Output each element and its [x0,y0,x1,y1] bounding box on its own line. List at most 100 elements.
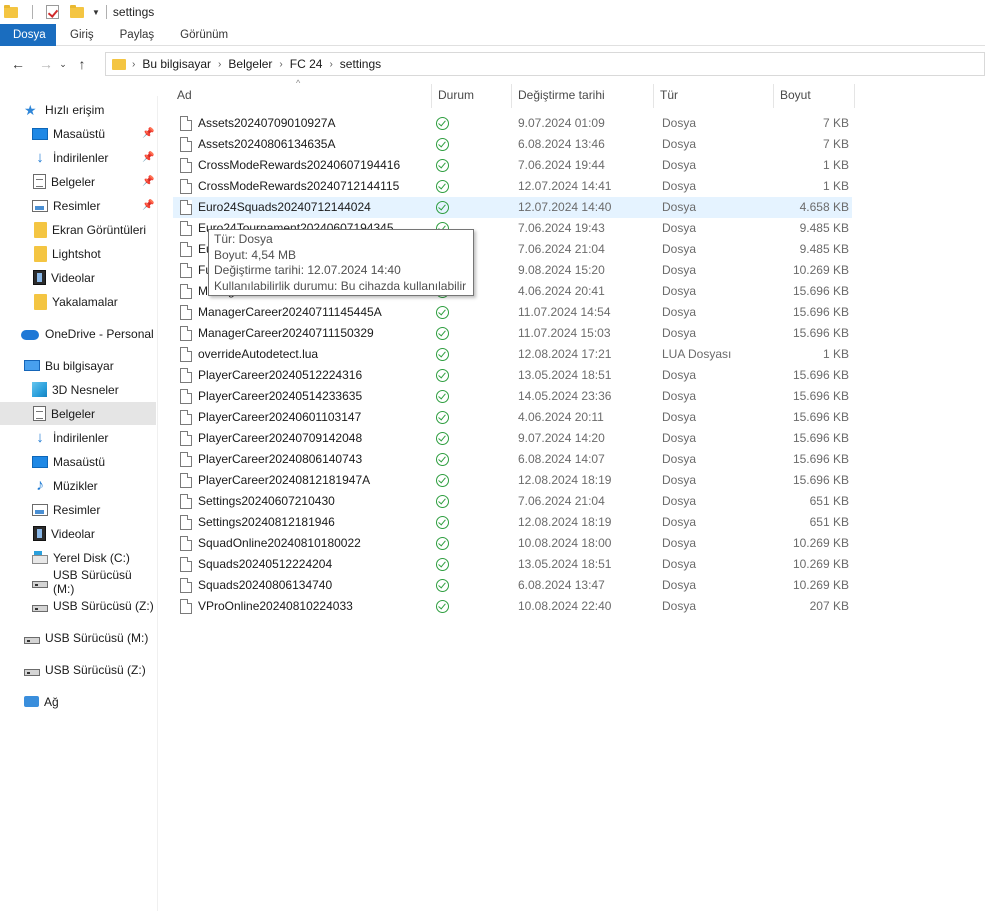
column-header-date[interactable]: Değiştirme tarihi [512,84,654,108]
up-icon[interactable]: ↑ [72,56,92,72]
address-bar[interactable]: › Bu bilgisayar › Belgeler › FC 24 › set… [105,52,985,76]
recent-locations-icon[interactable]: ⌄ [56,59,70,70]
column-header-size[interactable]: Boyut [774,84,855,108]
sync-status-icon [436,516,449,529]
file-type: Dosya [662,158,697,172]
sidebar-item-videos[interactable]: Videolar [0,266,156,289]
file-row[interactable]: VProOnline20240810224033 10.08.2024 22:40… [173,596,852,617]
navigation-pane: ★ Hızlı erişim Masaüstü 📌 ↓ İndirilenler… [0,96,158,911]
column-header-status[interactable]: Durum [432,84,512,108]
sidebar-usb-m[interactable]: USB Sürücüsü (M:) [0,626,156,649]
file-name: Squads20240806134740 [198,578,333,592]
chevron-right-icon[interactable]: › [279,59,282,70]
usb-drive-icon [32,604,48,612]
file-row[interactable]: Assets20240709010927A 9.07.2024 01:09 Dosy… [173,113,852,134]
file-row[interactable]: PlayerCareer20240514233635 14.05.2024 23:… [173,386,852,407]
sync-status-icon [436,327,449,340]
file-icon [180,137,192,152]
file-row[interactable]: overrideAutodetect.lua 12.08.2024 17:21 LU… [173,344,852,365]
file-row[interactable]: ManagerCareer20240711150329 11.07.2024 15… [173,323,852,344]
column-header-type[interactable]: Tür [654,84,774,108]
sidebar-item-downloads-pc[interactable]: ↓ İndirilenler [0,426,156,449]
file-icon [180,599,192,614]
sidebar-item-label: Videolar [51,270,95,285]
sidebar-item-pictures[interactable]: Resimler 📌 [0,194,156,217]
sidebar-item-lightshot[interactable]: Lightshot [0,242,156,265]
sync-status-icon [436,600,449,613]
sidebar-item-downloads[interactable]: ↓ İndirilenler 📌 [0,146,156,169]
file-row[interactable]: PlayerCareer20240812181947A 12.08.2024 18… [173,470,852,491]
file-date: 7.06.2024 19:44 [518,158,605,172]
properties-icon[interactable] [46,5,59,19]
file-row[interactable]: PlayerCareer20240806140743 6.08.2024 14:0… [173,449,852,470]
file-date: 7.06.2024 21:04 [518,242,605,256]
sidebar-item-documents[interactable]: Belgeler 📌 [0,170,156,193]
new-folder-icon[interactable] [70,4,84,18]
file-name: PlayerCareer20240709142048 [198,431,363,445]
sidebar-item-pictures-pc[interactable]: Resimler [0,498,156,521]
sidebar-this-pc[interactable]: Bu bilgisayar [0,354,156,377]
sidebar-quick-access[interactable]: ★ Hızlı erişim [0,98,156,121]
file-row[interactable]: SquadOnline20240810180022 10.08.2024 18:0… [173,533,852,554]
chevron-right-icon[interactable]: › [329,59,332,70]
folder-icon [4,4,18,18]
customize-toolbar-icon[interactable]: ▼ [92,8,100,17]
file-name: CrossModeRewards20240712144115 [198,179,400,193]
back-icon[interactable]: ← [8,56,28,72]
sidebar-item-3d-objects[interactable]: 3D Nesneler [0,378,156,401]
tab-share[interactable]: Paylaş [107,24,168,46]
file-row[interactable]: CrossModeRewards20240712144115 12.07.2024… [173,176,852,197]
breadcrumb-fc24[interactable]: FC 24 [290,57,323,71]
file-icon [180,557,192,572]
file-row[interactable]: Settings20240607210430 7.06.2024 21:04 Dos… [173,491,852,512]
file-type: Dosya [662,557,697,571]
sidebar-onedrive[interactable]: OneDrive - Personal [0,322,156,345]
file-type: Dosya [662,452,697,466]
sidebar-item-desktop[interactable]: Masaüstü 📌 [0,122,156,145]
file-row[interactable]: PlayerCareer20240709142048 9.07.2024 14:2… [173,428,852,449]
file-type: Dosya [662,137,697,151]
sidebar-item-music[interactable]: ♪ Müzikler [0,474,156,497]
file-size: 1 KB [822,158,849,172]
file-name: PlayerCareer20240806140743 [198,452,363,466]
sync-status-icon [436,558,449,571]
file-date: 9.07.2024 14:20 [518,431,605,445]
sidebar-item-desktop-pc[interactable]: Masaüstü [0,450,156,473]
sidebar-item-local-disk[interactable]: Yerel Disk (C:) [0,546,156,569]
file-date: 14.05.2024 23:36 [518,389,612,403]
file-row[interactable]: Squads20240512224204 13.05.2024 18:51 Dosy… [173,554,852,575]
sidebar-item-documents-pc[interactable]: Belgeler [0,402,156,425]
sidebar-item-screenshots[interactable]: Ekran Görüntüleri [0,218,156,241]
breadcrumb-documents[interactable]: Belgeler [228,57,272,71]
forward-icon[interactable]: → [36,56,56,72]
file-row[interactable]: Squads20240806134740 6.08.2024 13:47 Dosya… [173,575,852,596]
chevron-right-icon[interactable]: › [132,59,135,70]
file-row[interactable]: Euro24Squads20240712144024 12.07.2024 14:… [173,197,852,218]
file-row[interactable]: PlayerCareer20240601103147 4.06.2024 20:1… [173,407,852,428]
file-size: 15.696 KB [792,305,849,319]
separator [105,5,107,19]
sidebar-item-usb-m-pc[interactable]: USB Sürücüsü (M:) [0,568,156,596]
tab-view[interactable]: Görünüm [167,24,241,46]
sidebar-usb-z[interactable]: USB Sürücüsü (Z:) [0,658,156,681]
file-name: PlayerCareer20240601103147 [198,410,362,424]
file-row[interactable]: CrossModeRewards20240607194416 7.06.2024 … [173,155,852,176]
file-type: Dosya [662,389,697,403]
tab-file[interactable]: Dosya [0,24,56,46]
column-header-name[interactable]: Ad [171,84,432,108]
file-date: 13.05.2024 18:51 [518,368,612,382]
file-icon [180,158,192,173]
file-row[interactable]: Assets20240806134635A 6.08.2024 13:46 Dosy… [173,134,852,155]
sidebar-item-label: 3D Nesneler [52,382,119,397]
sidebar-item-usb-z-pc[interactable]: USB Sürücüsü (Z:) [0,594,156,617]
sidebar-item-videos-pc[interactable]: Videolar [0,522,156,545]
tab-home[interactable]: Giriş [56,24,107,46]
sidebar-network[interactable]: Ağ [0,690,156,713]
breadcrumb-settings[interactable]: settings [340,57,381,71]
chevron-right-icon[interactable]: › [218,59,221,70]
file-row[interactable]: PlayerCareer20240512224316 13.05.2024 18:… [173,365,852,386]
sidebar-item-captures[interactable]: Yakalamalar [0,290,156,313]
file-row[interactable]: Settings20240812181946 12.08.2024 18:19 Do… [173,512,852,533]
breadcrumb-this-pc[interactable]: Bu bilgisayar [142,57,211,71]
file-row[interactable]: ManagerCareer20240711145445A 11.07.2024 1… [173,302,852,323]
